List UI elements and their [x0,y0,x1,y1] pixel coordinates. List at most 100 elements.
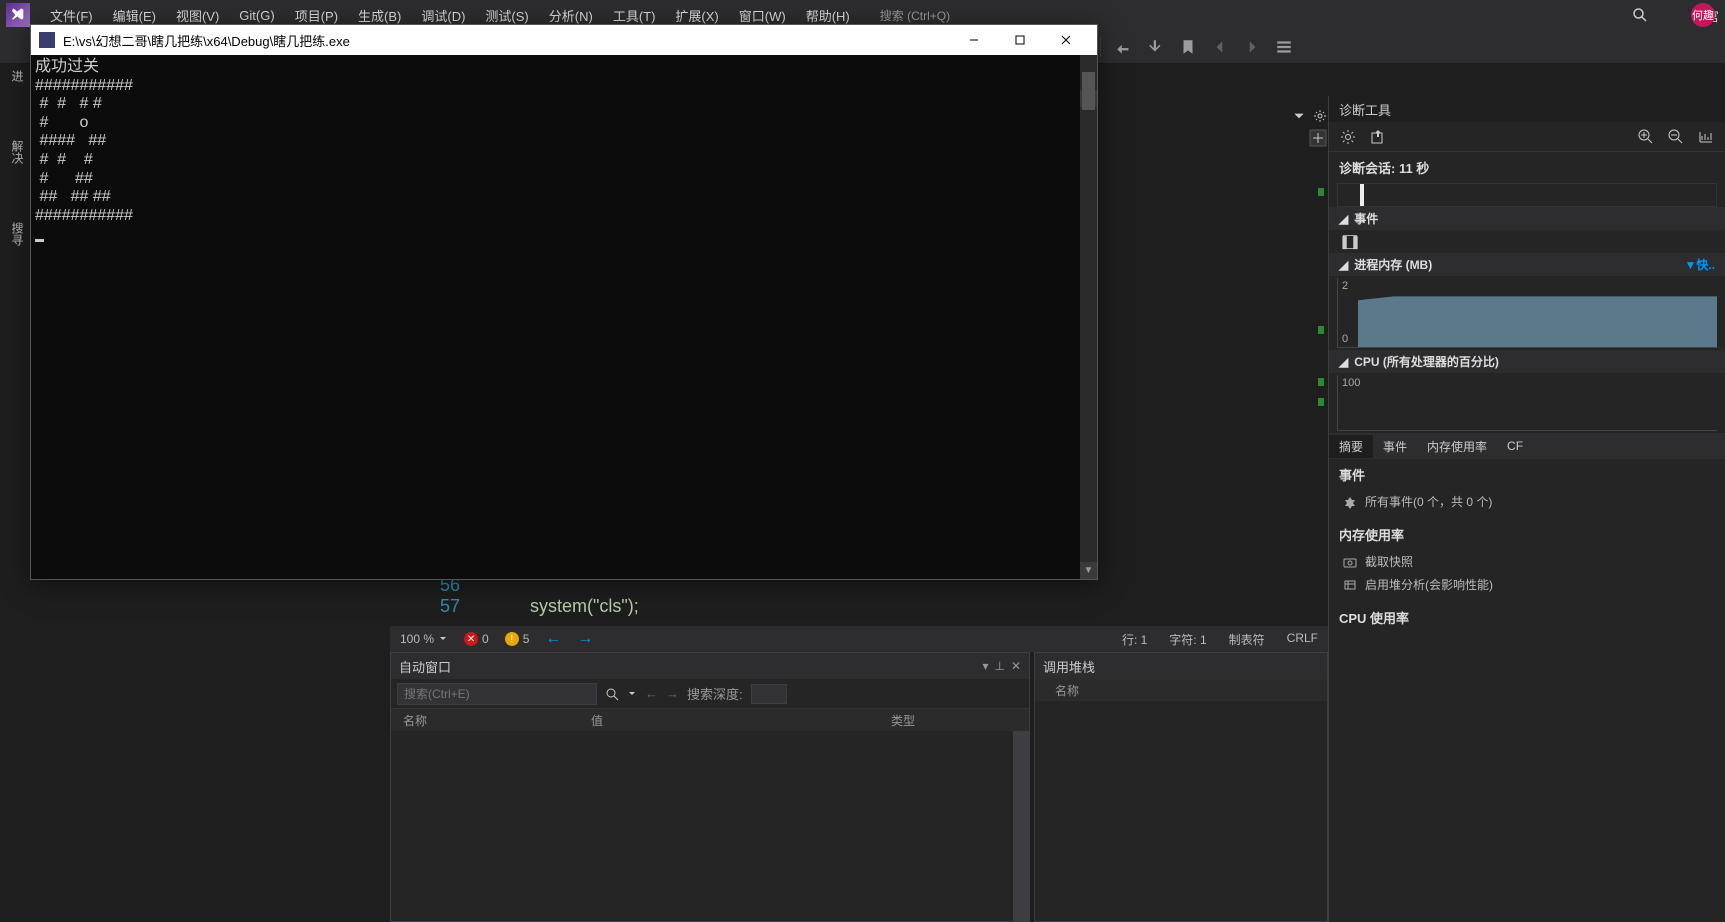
diag-tab-summary[interactable]: 摘要 [1329,435,1373,458]
nav-fwd-icon[interactable]: → [577,630,593,648]
warning-count[interactable]: !5 [505,632,530,646]
console-scrollbar[interactable]: ▲ ▼ [1080,55,1097,579]
console-line: ## ## ## [35,188,111,205]
console-line: # o [35,114,88,131]
callstack-panel: 调用堆栈 名称 [1034,652,1328,922]
search-dropdown-icon[interactable] [627,689,637,699]
add-button-icon[interactable] [1308,128,1328,148]
diag-session-label: 诊断会话: 11 秒 [1329,152,1725,183]
events-icon [1343,495,1357,509]
chart-icon[interactable] [1697,128,1715,146]
zoom-in-icon[interactable] [1637,128,1655,146]
tabs-settings-icon[interactable] [1312,108,1328,124]
diagnostics-panel: 诊断工具 诊断会话: 11 秒 ◢事件 ❚❚ ◢进程内存 (MB)▼快.. 2 … [1328,96,1725,922]
console-line: # # # [35,151,93,168]
step-into-icon[interactable] [1147,38,1165,56]
rail-tab-1[interactable]: 进 [0,66,28,86]
search-icon[interactable] [605,687,619,701]
toolbar-separator [1100,37,1101,57]
gear-icon[interactable] [1339,128,1357,146]
autos-columns: 名称 值 类型 [391,709,1029,731]
timeline-marker [1360,184,1364,206]
vs-logo-icon [6,3,30,27]
code-editor-sliver[interactable]: 56 57system("cls"); [420,575,639,617]
diag-tabs: 摘要 事件 内存使用率 CF [1329,433,1725,459]
margin-marker [1318,398,1324,406]
diagnostics-title: 诊断工具 [1329,96,1725,122]
margin-marker [1318,188,1324,196]
rail-tab-3[interactable]: 搜寻 [0,218,28,250]
console-line: ########### [35,207,133,224]
error-count[interactable]: ✕0 [464,632,489,646]
diag-events-block: 事件 所有事件(0 个，共 0 个) [1329,459,1725,519]
nav-back-icon[interactable]: ← [645,686,658,701]
diag-cpu-block: CPU 使用率 [1329,602,1725,639]
list-icon[interactable] [1275,38,1293,56]
indent-mode[interactable]: 制表符 [1229,631,1265,648]
arrow-right-icon[interactable] [1243,38,1261,56]
scrollbar[interactable] [1013,731,1029,921]
heap-icon [1343,578,1357,592]
step-over-icon[interactable] [1115,38,1133,56]
arrow-left-icon[interactable] [1211,38,1229,56]
panel-dropdown-icon[interactable]: ▾ [982,659,988,673]
all-events-link[interactable]: 所有事件(0 个，共 0 个) [1339,490,1715,513]
console-line: # ## [35,170,93,187]
diag-timeline[interactable] [1337,183,1717,207]
scroll-thumb[interactable] [1082,72,1095,110]
export-icon[interactable] [1369,128,1387,146]
autos-search-input[interactable] [397,683,597,705]
search-icon[interactable] [1627,2,1653,28]
callstack-columns: 名称 [1035,679,1327,701]
console-output[interactable]: 成功过关 ########### # # # # # o #### ## # #… [31,55,1097,579]
minimize-button[interactable] [951,25,997,55]
section-memory[interactable]: ◢进程内存 (MB)▼快.. [1329,253,1725,276]
console-line: #### ## [35,132,106,149]
caret-col: 字符: 1 [1169,631,1206,648]
take-snapshot-link[interactable]: 截取快照 [1339,550,1715,573]
console-cursor [35,239,44,242]
autos-panel-title: 自动窗口 ▾ ⊥ ✕ [391,653,1029,679]
autos-panel: 自动窗口 ▾ ⊥ ✕ ← → 搜索深度: 名称 值 类型 [390,652,1030,922]
diag-memory-block: 内存使用率 截取快照 启用堆分析(会影响性能) [1329,519,1725,602]
bookmark-icon[interactable] [1179,38,1197,56]
diag-tab-memory[interactable]: 内存使用率 [1417,435,1497,458]
enable-heap-link[interactable]: 启用堆分析(会影响性能) [1339,573,1715,596]
close-button[interactable] [1043,25,1089,55]
console-app-icon [39,32,55,48]
margin-marker [1318,378,1324,386]
caret-line: 行: 1 [1122,631,1147,648]
diagnostics-toolbar [1329,122,1725,152]
code-text: system("cls"); [530,596,639,616]
eol-mode[interactable]: CRLF [1287,631,1318,648]
editor-statusbar: 100 % ✕0 !5 ← → 行: 1 字符: 1 制表符 CRLF [390,626,1328,652]
console-window: E:\vs\幻想二哥\瞎几把练\x64\Debug\瞎几把练.exe 成功过关 … [30,24,1098,580]
depth-label: 搜索深度: [687,684,743,703]
section-events[interactable]: ◢事件 [1329,207,1725,230]
margin-marker [1318,326,1324,334]
callstack-title: 调用堆栈 [1035,653,1327,679]
nav-back-icon[interactable]: ← [545,630,561,648]
cpu-chart: 100 [1337,375,1717,431]
scroll-down-icon[interactable]: ▼ [1080,562,1097,579]
depth-input[interactable] [751,684,787,704]
console-line: ########### [35,77,133,94]
console-titlebar[interactable]: E:\vs\幻想二哥\瞎几把练\x64\Debug\瞎几把练.exe [31,25,1097,55]
global-search[interactable]: 搜索 (Ctrl+Q) [874,5,956,26]
console-line: 成功过关 [35,58,99,75]
diag-tab-events[interactable]: 事件 [1373,435,1417,458]
nav-fwd-icon[interactable]: → [666,686,679,701]
zoom-dropdown[interactable]: 100 % [400,632,448,646]
zoom-out-icon[interactable] [1667,128,1685,146]
maximize-button[interactable] [997,25,1043,55]
tabs-dropdown-icon[interactable] [1292,109,1306,123]
user-avatar[interactable]: 何趣 [1691,3,1715,27]
diag-tab-cpu[interactable]: CF [1497,436,1533,456]
rail-tab-2[interactable]: 解决 [0,136,28,168]
line-number: 57 [420,596,460,617]
section-cpu[interactable]: ◢CPU (所有处理器的百分比) [1329,350,1725,373]
pause-icon: ❚❚ [1343,235,1357,249]
panel-pin-icon[interactable]: ⊥ [994,659,1004,673]
memory-chart: 2 0 [1337,278,1717,348]
panel-close-icon[interactable]: ✕ [1011,659,1021,673]
